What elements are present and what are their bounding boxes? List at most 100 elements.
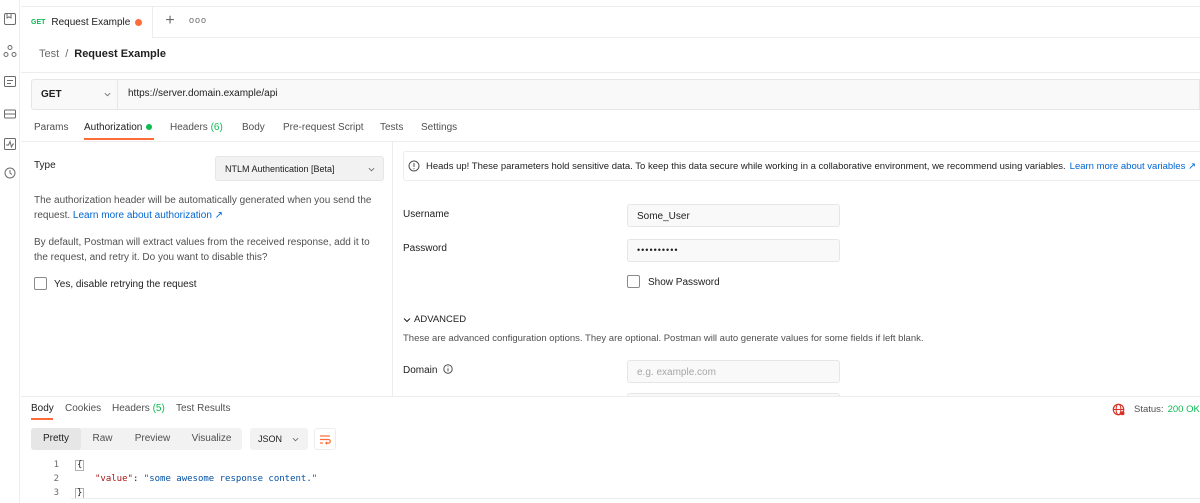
line-number: 1	[53, 460, 59, 470]
learn-more-authorization-link[interactable]: Learn more about authorization ↗	[73, 210, 223, 221]
response-tab-body[interactable]: Body	[31, 403, 54, 414]
sidebar	[0, 0, 20, 503]
method-value: GET	[41, 89, 62, 100]
tab-headers-label: Headers	[170, 122, 208, 133]
chevron-down-icon	[368, 167, 375, 172]
divider	[21, 72, 1200, 73]
json-colon: :	[132, 474, 144, 484]
sensitive-data-banner: Heads up! These parameters hold sensitiv…	[403, 151, 1200, 181]
view-mode-group: Pretty Raw Preview Visualize	[31, 428, 242, 450]
auth-type-value: NTLM Authentication [Beta]	[225, 164, 335, 174]
domain-label: Domain	[403, 364, 453, 376]
view-pretty[interactable]: Pretty	[31, 428, 81, 450]
auth-right-panel: Heads up! These parameters hold sensitiv…	[394, 142, 1200, 396]
banner-text: Heads up! These parameters hold sensitiv…	[426, 160, 1066, 172]
environments-icon[interactable]	[3, 75, 17, 89]
tab-bar: GET Request Example + ooo	[21, 6, 1200, 38]
divider	[71, 498, 1200, 499]
code-line: 2 "value": "some awesome response conten…	[21, 474, 1200, 488]
auth-left-panel: Type NTLM Authentication [Beta] The auth…	[21, 142, 393, 396]
code-text: {	[75, 460, 85, 471]
active-tab-indicator	[31, 418, 53, 420]
advanced-label: ADVANCED	[414, 314, 467, 325]
code-line: 1 {	[21, 460, 1200, 474]
tab-request-example[interactable]: GET Request Example	[21, 7, 153, 38]
learn-more-variables-link[interactable]: Learn more about variables ↗	[1070, 161, 1196, 172]
json-key: "value"	[95, 474, 133, 484]
tab-settings[interactable]: Settings	[421, 122, 457, 133]
retry-description: By default, Postman will extract values …	[34, 237, 370, 263]
response-status: Status: 200 OK	[1112, 403, 1200, 416]
breadcrumb-separator: /	[65, 48, 69, 60]
tab-tests[interactable]: Tests	[380, 122, 403, 133]
tab-headers-count: (6)	[210, 122, 223, 133]
code-line: 3 }	[21, 488, 1200, 502]
response-tab-test-results[interactable]: Test Results	[176, 403, 230, 414]
tab-method: GET	[31, 19, 46, 26]
apis-icon[interactable]	[3, 44, 17, 58]
password-input[interactable]: ••••••••••	[627, 239, 840, 262]
auth-type-select[interactable]: NTLM Authentication [Beta]	[215, 156, 384, 181]
wrap-lines-icon	[320, 435, 331, 445]
chevron-down-icon	[104, 92, 111, 97]
domain-input[interactable]: e.g. example.com	[627, 360, 840, 383]
url-input[interactable]: https://server.domain.example/api	[128, 88, 278, 99]
status-label: Status:	[1134, 404, 1164, 415]
username-input[interactable]: Some_User	[627, 204, 840, 227]
method-select[interactable]: GET	[32, 80, 118, 109]
code-brace[interactable]: {	[75, 460, 85, 471]
active-tab-indicator	[84, 138, 154, 140]
network-globe-icon[interactable]	[1112, 403, 1125, 416]
tab-authorization[interactable]: Authorization	[84, 122, 153, 133]
domain-label-text: Domain	[403, 365, 438, 376]
disable-retry-checkbox[interactable]	[34, 277, 47, 290]
username-label: Username	[403, 209, 450, 220]
advanced-toggle[interactable]: ADVANCED	[403, 314, 466, 325]
view-raw[interactable]: Raw	[81, 428, 124, 450]
tab-name: Request Example	[51, 17, 131, 28]
auth-description: The authorization header will be automat…	[34, 193, 384, 223]
info-icon	[408, 160, 420, 172]
chevron-down-icon	[403, 317, 411, 322]
tab-body[interactable]: Body	[242, 122, 265, 133]
monitors-icon[interactable]	[3, 137, 17, 151]
disable-retry-label: Yes, disable retrying the request	[54, 279, 197, 290]
code-text: "value": "some awesome response content.…	[95, 474, 317, 484]
response-tab-headers[interactable]: Headers (5)	[112, 403, 165, 414]
response-tab-cookies[interactable]: Cookies	[65, 403, 101, 414]
status-dot-icon	[146, 124, 153, 131]
tab-params[interactable]: Params	[34, 122, 68, 133]
tab-headers[interactable]: Headers (6)	[170, 122, 223, 133]
wrap-lines-button[interactable]	[314, 428, 336, 450]
more-horizontal-icon[interactable]: ooo	[189, 15, 207, 25]
advanced-description: These are advanced configuration options…	[403, 333, 924, 344]
format-value: JSON	[258, 434, 283, 444]
response-body-editor[interactable]: 1 { 2 "value": "some awesome response co…	[21, 456, 1200, 503]
plus-icon[interactable]: +	[162, 13, 178, 29]
tab-pre-request-script[interactable]: Pre-request Script	[283, 122, 364, 133]
breadcrumb-current[interactable]: Request Example	[74, 48, 166, 60]
collections-icon[interactable]	[3, 12, 17, 26]
json-value: "some awesome response content."	[143, 474, 318, 484]
divider	[21, 396, 1200, 397]
line-number: 2	[53, 474, 59, 484]
tab-authorization-label: Authorization	[84, 122, 143, 133]
history-icon[interactable]	[3, 166, 17, 180]
show-password-checkbox[interactable]	[627, 275, 640, 288]
view-preview[interactable]: Preview	[124, 428, 181, 450]
info-icon[interactable]	[443, 364, 453, 374]
view-visualize[interactable]: Visualize	[181, 428, 242, 450]
response-tab-headers-label: Headers	[112, 403, 150, 414]
status-value[interactable]: 200 OK	[1168, 404, 1200, 415]
response-tab-headers-count: (5)	[152, 403, 165, 414]
main-area: GET Request Example + ooo Test / Request…	[21, 0, 1200, 503]
format-select[interactable]: JSON	[250, 428, 308, 450]
mock-servers-icon[interactable]	[3, 107, 17, 121]
password-label: Password	[403, 243, 447, 254]
line-number: 3	[53, 488, 59, 498]
breadcrumb-parent[interactable]: Test	[39, 48, 59, 60]
breadcrumb: Test / Request Example	[39, 48, 166, 60]
chevron-down-icon	[292, 437, 299, 442]
show-password-label: Show Password	[648, 277, 720, 288]
unsaved-dot-icon	[135, 19, 142, 26]
